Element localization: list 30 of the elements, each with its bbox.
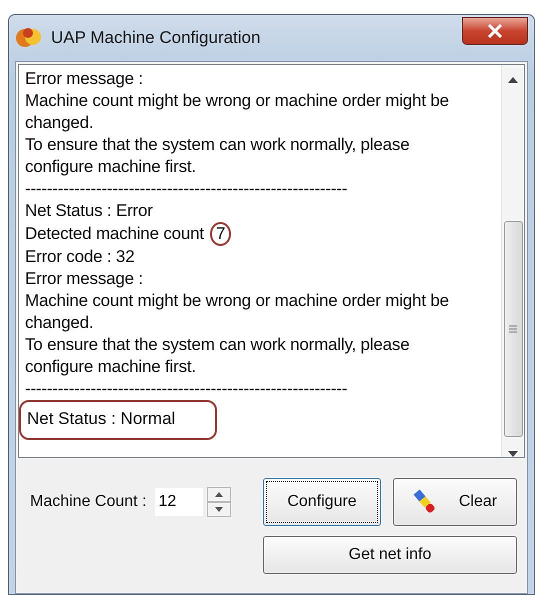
scroll-down-icon[interactable] [508, 451, 518, 457]
log-line: To ensure that the system can work normally, please [25, 334, 410, 356]
clear-button[interactable]: Clear [393, 478, 517, 526]
machine-count-label: Machine Count : [30, 493, 147, 511]
machine-count-field[interactable]: 12 [154, 488, 203, 516]
log-line: Error code : 32 [25, 246, 136, 268]
close-icon [487, 24, 503, 38]
window-title: UAP Machine Configuration [51, 28, 262, 48]
eraser-icon [412, 489, 437, 515]
log-line: To ensure that the system can work normally, please [25, 134, 410, 156]
log-line: Net Status : Error [25, 200, 154, 222]
scroll-up-icon[interactable] [508, 77, 518, 83]
separator-line: ----------------------------------------------------------- [25, 178, 348, 200]
log-line: Error message : [25, 68, 144, 90]
log-line: Machine count might be wrong or machine order might be [25, 290, 450, 312]
log-line: configure machine first. [25, 156, 197, 178]
scrollbar[interactable] [501, 65, 524, 457]
log-line: Detected machine count [25, 223, 204, 245]
log-line: changed. [25, 112, 94, 134]
get-net-info-button[interactable]: Get net info [263, 536, 517, 574]
log-line: changed. [25, 312, 94, 334]
circled-value: 7 [210, 222, 232, 246]
log-line: Machine count might be wrong or machine order might be [25, 90, 450, 112]
close-button[interactable] [462, 17, 528, 45]
spin-arrows-icon[interactable] [206, 487, 231, 517]
log-line: Error message : [25, 268, 144, 290]
scroll-thumb[interactable] [504, 220, 522, 438]
configure-button[interactable]: Configure [263, 478, 381, 526]
separator-line: ----------------------------------------------------------- [25, 378, 348, 400]
log-line: configure machine first. [25, 356, 197, 378]
